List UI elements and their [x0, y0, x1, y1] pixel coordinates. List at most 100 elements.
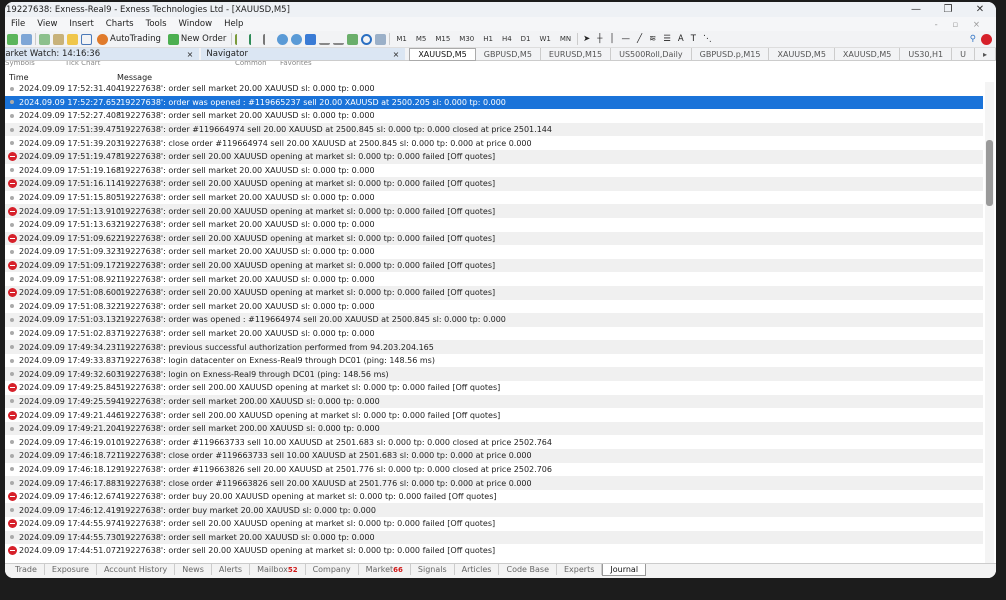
vertical-line-icon[interactable]: │ [607, 34, 616, 44]
data-window-icon[interactable] [53, 33, 64, 45]
zoom-out-icon[interactable] [291, 33, 303, 45]
journal-row[interactable]: 2024.09.09 17:51:16.114'19227638': order… [5, 177, 983, 191]
terminal-icon[interactable] [81, 33, 92, 45]
journal-row[interactable]: 2024.09.09 17:51:08.600'19227638': order… [5, 285, 983, 300]
vertical-scrollbar[interactable] [985, 82, 994, 563]
column-time[interactable]: Time [5, 73, 117, 82]
chart-tab[interactable]: XAUUSD,M5 [835, 48, 901, 61]
autoscroll-icon[interactable] [319, 34, 331, 45]
candlestick-icon[interactable] [249, 33, 260, 45]
tile-windows-icon[interactable] [305, 33, 317, 45]
new-order-button[interactable]: New Order [166, 33, 228, 45]
journal-row[interactable]: 2024.09.09 17:44:55.974'19227638': order… [5, 517, 983, 531]
journal-row[interactable]: 2024.09.09 17:51:09.622'19227638': order… [5, 231, 983, 246]
menu-insert[interactable]: Insert [63, 19, 99, 29]
journal-row[interactable]: 2024.09.09 17:49:21.446'19227638': order… [5, 408, 983, 422]
tab-favorites[interactable]: Favorites [280, 61, 312, 69]
journal-row[interactable]: 2024.09.09 17:51:13.632'19227638': order… [5, 218, 983, 232]
journal-row[interactable]: 2024.09.09 17:44:51.072'19227638': order… [5, 544, 983, 558]
tab-company[interactable]: Company [306, 564, 359, 575]
journal-row[interactable]: 2024.09.09 17:52:27.408'19227638': order… [5, 109, 983, 123]
chart-shift-icon[interactable] [333, 34, 345, 45]
menu-window[interactable]: Window [173, 19, 219, 29]
timeframe-m5[interactable]: M5 [413, 35, 430, 43]
scrollbar-thumb[interactable] [986, 140, 993, 206]
fibonacci-icon[interactable]: ≋ [647, 34, 658, 44]
timeframe-d1[interactable]: D1 [518, 35, 534, 43]
journal-row[interactable]: 2024.09.09 17:51:15.805'19227638': order… [5, 191, 983, 205]
journal-row[interactable]: 2024.09.09 17:46:19.010'19227638': order… [5, 435, 983, 449]
menu-help[interactable]: Help [218, 19, 249, 29]
journal-row[interactable]: 2024.09.09 17:46:18.721'19227638': close… [5, 449, 983, 463]
restore-button[interactable]: ❐ [932, 4, 964, 15]
channel-icon[interactable]: ☰ [661, 34, 673, 44]
chart-tabs-scroll-icon[interactable]: ▸ [975, 48, 996, 61]
menu-view[interactable]: View [31, 19, 63, 29]
chart-tab[interactable]: US30,H1 [900, 48, 953, 61]
chart-tab[interactable]: EURUSD,M15 [541, 48, 612, 61]
tab-news[interactable]: News [175, 564, 212, 575]
journal-row[interactable]: 2024.09.09 17:49:25.845'19227638': order… [5, 381, 983, 395]
journal-row[interactable]: 2024.09.09 17:49:25.594'19227638': order… [5, 394, 983, 409]
journal-row[interactable]: 2024.09.09 17:51:09.323'19227638': order… [5, 245, 983, 259]
navigator-icon[interactable] [67, 33, 78, 45]
journal-row[interactable]: 2024.09.09 17:46:18.129'19227638': order… [5, 463, 983, 477]
tab-alerts[interactable]: Alerts [212, 564, 251, 575]
journal-row[interactable]: 2024.09.09 17:52:31.404'19227638': order… [5, 82, 983, 96]
journal-row[interactable]: 2024.09.09 17:51:39.203'19227638': close… [5, 136, 983, 150]
tab-tick-chart[interactable]: Tick Chart [65, 61, 235, 69]
menu-charts[interactable]: Charts [100, 19, 140, 29]
journal-row[interactable]: 2024.09.09 17:51:02.837'19227638': order… [5, 327, 983, 341]
notifications-icon[interactable] [981, 33, 992, 45]
timeframe-w1[interactable]: W1 [537, 35, 554, 43]
bar-chart-icon[interactable] [235, 33, 246, 45]
chart-tab[interactable]: GBPUSD,M5 [476, 48, 541, 61]
market-watch-icon[interactable] [39, 33, 50, 45]
close-icon[interactable]: × [393, 50, 400, 59]
periods-icon[interactable] [361, 33, 373, 45]
journal-row[interactable]: 2024.09.09 17:49:21.204'19227638': order… [5, 421, 983, 436]
journal-row[interactable]: 2024.09.09 17:51:19.168'19227638': order… [5, 164, 983, 178]
timeframe-m30[interactable]: M30 [456, 35, 477, 43]
chart-tab[interactable]: US500Roll,Daily [611, 48, 692, 61]
tab-mailbox[interactable]: Mailbox52 [250, 564, 306, 575]
chart-tab[interactable]: U [952, 48, 975, 61]
profiles-icon[interactable] [21, 33, 32, 45]
text-label-icon[interactable]: T [689, 34, 698, 44]
journal-row[interactable]: 2024.09.09 17:51:09.172'19227638': order… [5, 258, 983, 273]
timeframe-h4[interactable]: H4 [499, 35, 515, 43]
tab-experts[interactable]: Experts [557, 564, 603, 575]
crosshair-icon[interactable]: ┼ [595, 34, 604, 44]
tab-market[interactable]: Market66 [359, 564, 411, 575]
tab-journal[interactable]: Journal [602, 564, 647, 576]
tab-symbols[interactable]: Symbols [5, 61, 65, 69]
mdi-controls[interactable]: - ▫ × [929, 20, 992, 30]
cursor-icon[interactable]: ➤ [581, 34, 592, 44]
tab-code-base[interactable]: Code Base [499, 564, 557, 575]
zoom-in-icon[interactable] [277, 33, 289, 45]
journal-row[interactable]: 2024.09.09 17:46:17.883'19227638': close… [5, 476, 983, 490]
journal-row[interactable]: 2024.09.09 17:49:32.603'19227638': login… [5, 367, 983, 382]
timeframe-h1[interactable]: H1 [480, 35, 496, 43]
horizontal-line-icon[interactable]: — [620, 34, 633, 44]
column-message[interactable]: Message [117, 73, 152, 82]
journal-row[interactable]: 2024.09.09 17:46:12.419'19227638': order… [5, 503, 983, 517]
autotrading-button[interactable]: AutoTrading [95, 33, 163, 45]
journal-row[interactable]: 2024.09.09 17:52:27.652'19227638': order… [5, 95, 983, 110]
tab-exposure[interactable]: Exposure [45, 564, 97, 575]
tab-common[interactable]: Common [235, 61, 280, 69]
journal-row[interactable]: 2024.09.09 17:46:12.674'19227638': order… [5, 490, 983, 504]
search-icon[interactable]: ⚲ [968, 34, 978, 44]
journal-row[interactable]: 2024.09.09 17:44:55.730'19227638': order… [5, 530, 983, 545]
chart-tab[interactable]: XAUUSD,M5 [769, 48, 835, 61]
tab-trade[interactable]: Trade [8, 564, 45, 575]
menu-tools[interactable]: Tools [140, 19, 173, 29]
timeframe-m1[interactable]: M1 [393, 35, 410, 43]
shapes-icon[interactable]: ⋱ [701, 34, 714, 44]
timeframe-mn[interactable]: MN [557, 35, 574, 43]
chart-tab[interactable]: XAUUSD,M5 [409, 48, 476, 61]
timeframe-m15[interactable]: M15 [432, 35, 453, 43]
menu-file[interactable]: File [5, 19, 31, 29]
journal-row[interactable]: 2024.09.09 17:49:34.231'19227638': previ… [5, 340, 983, 354]
journal-row[interactable]: 2024.09.09 17:51:39.475'19227638': order… [5, 122, 983, 137]
